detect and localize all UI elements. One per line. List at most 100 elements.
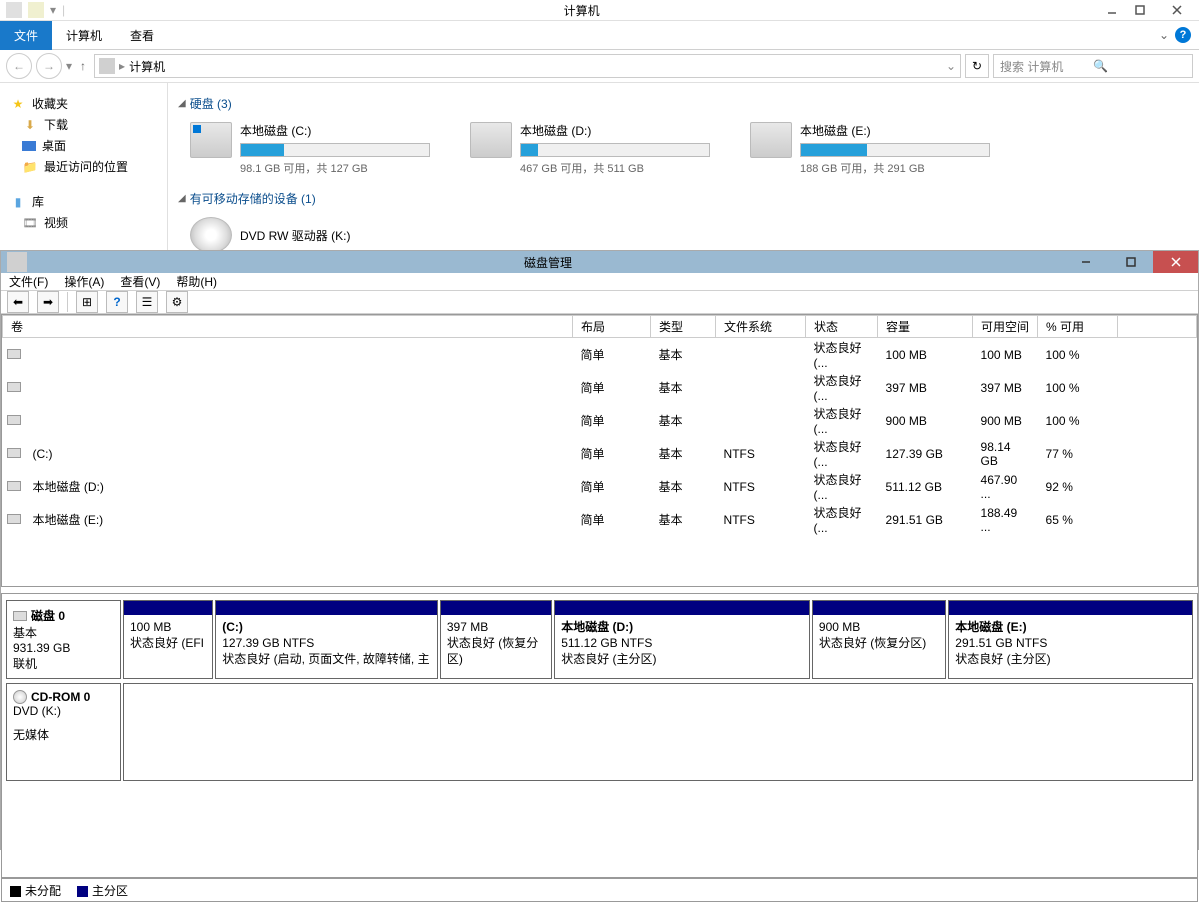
chevron-down-icon[interactable]: ⌄ (1159, 28, 1169, 42)
window-title: 磁盘管理 (33, 254, 1063, 271)
col-layout[interactable]: 布局 (573, 316, 651, 338)
volume-icon (7, 415, 21, 425)
diskmgmt-toolbar: ⬅ ➡ ⊞ ? ☰ ⚙ (1, 291, 1198, 314)
table-row[interactable]: 本地磁盘 (D:) 简单 基本 NTFS 状态良好 (... 511.12 GB… (3, 470, 1197, 503)
search-input[interactable]: 搜索 计算机 🔍 (993, 54, 1193, 78)
search-placeholder: 搜索 计算机 (1000, 58, 1093, 75)
properties-icon[interactable] (28, 2, 44, 18)
col-pct[interactable]: % 可用 (1038, 316, 1118, 338)
volume-icon (7, 382, 21, 392)
drive-usage-bar (240, 143, 430, 157)
partition[interactable]: 900 MB状态良好 (恢复分区) (812, 600, 946, 679)
ribbon-tab-file[interactable]: 文件 (0, 21, 52, 50)
sidebar-favorites[interactable]: ★ 收藏夹 (6, 93, 161, 114)
col-free[interactable]: 可用空间 (973, 316, 1038, 338)
col-volume[interactable]: 卷 (3, 316, 573, 338)
back-button[interactable]: ← (6, 53, 32, 79)
sidebar-item-desktop[interactable]: 桌面 (6, 135, 161, 156)
help-button[interactable]: ? (106, 291, 128, 313)
cdrom-0-label[interactable]: CD-ROM 0 DVD (K:) 无媒体 (6, 683, 121, 781)
partition[interactable]: 本地磁盘 (D:)511.12 GB NTFS状态良好 (主分区) (554, 600, 810, 679)
legend-primary-icon (77, 886, 88, 897)
maximize-button[interactable] (1126, 0, 1154, 20)
minimize-button[interactable] (1063, 251, 1108, 273)
legend-unalloc-icon (10, 886, 21, 897)
ribbon-tab-computer[interactable]: 计算机 (52, 21, 116, 50)
refresh-button[interactable]: ↻ (965, 54, 989, 78)
table-row[interactable]: 简单 基本 状态良好 (... 100 MB 100 MB 100 % (3, 338, 1197, 372)
collapse-icon: ◢ (178, 98, 186, 109)
computer-icon (6, 2, 22, 18)
close-button[interactable] (1153, 251, 1198, 273)
drive-usage-bar (800, 143, 990, 157)
volume-icon (7, 349, 21, 359)
section-hdd[interactable]: ◢ 硬盘 (3) (178, 95, 1189, 112)
help-icon[interactable]: ? (1175, 27, 1191, 43)
address-bar[interactable]: ▸ 计算机 ⌄ (94, 54, 961, 78)
sidebar-item-downloads[interactable]: ⬇ 下载 (6, 114, 161, 135)
recent-dropdown[interactable]: ▾ (66, 59, 72, 73)
list-view-button[interactable]: ☰ (136, 291, 158, 313)
table-header-row: 卷 布局 类型 文件系统 状态 容量 可用空间 % 可用 (3, 316, 1197, 338)
menu-view[interactable]: 查看(V) (120, 273, 160, 290)
sidebar-libraries[interactable]: ▮ 库 (6, 191, 161, 212)
volume-icon (7, 448, 21, 458)
partition-bar (555, 601, 809, 615)
disk-icon (13, 611, 27, 621)
ribbon-tab-view[interactable]: 查看 (116, 21, 168, 50)
partition[interactable]: 本地磁盘 (E:)291.51 GB NTFS状态良好 (主分区) (948, 600, 1193, 679)
drive-d[interactable]: 本地磁盘 (D:) 467 GB 可用，共 511 GB (470, 122, 720, 176)
menu-action[interactable]: 操作(A) (64, 273, 104, 290)
explorer-titlebar: ▾ | 计算机 (0, 0, 1199, 21)
minimize-button[interactable] (1098, 0, 1126, 20)
partition-bar (216, 601, 437, 615)
section-removable[interactable]: ◢ 有可移动存储的设备 (1) (178, 190, 1189, 207)
drive-e[interactable]: 本地磁盘 (E:) 188 GB 可用，共 291 GB (750, 122, 1000, 176)
window-title: 计算机 (65, 2, 1098, 19)
ribbon: 文件 计算机 查看 ⌄ ? (0, 21, 1199, 50)
chevron-down-icon[interactable]: ⌄ (946, 59, 956, 73)
cdrom-0-row: CD-ROM 0 DVD (K:) 无媒体 (6, 683, 1193, 781)
library-icon: ▮ (10, 194, 26, 210)
table-row[interactable]: 本地磁盘 (E:) 简单 基本 NTFS 状态良好 (... 291.51 GB… (3, 503, 1197, 536)
disk-0-label[interactable]: 磁盘 0 基本 931.39 GB 联机 (6, 600, 121, 679)
col-status[interactable]: 状态 (806, 316, 878, 338)
navbar: ← → ▾ ↑ ▸ 计算机 ⌄ ↻ 搜索 计算机 🔍 (0, 50, 1199, 83)
settings-button[interactable]: ⚙ (166, 291, 188, 313)
col-fs[interactable]: 文件系统 (716, 316, 806, 338)
content-pane: ◢ 硬盘 (3) 本地磁盘 (C:) 98.1 GB 可用，共 127 GB 本… (168, 83, 1199, 273)
forward-button[interactable]: → (36, 53, 62, 79)
partition[interactable]: 397 MB状态良好 (恢复分区) (440, 600, 552, 679)
collapse-icon: ◢ (178, 193, 186, 204)
up-button[interactable]: ↑ (76, 59, 90, 73)
hdd-icon (190, 122, 232, 158)
video-icon: 🎞 (22, 215, 38, 231)
menu-help[interactable]: 帮助(H) (176, 273, 217, 290)
download-icon: ⬇ (22, 117, 38, 133)
partition[interactable]: (C:)127.39 GB NTFS状态良好 (启动, 页面文件, 故障转储, … (215, 600, 438, 679)
search-icon: 🔍 (1093, 59, 1186, 73)
refresh-button[interactable]: ⊞ (76, 291, 98, 313)
table-row[interactable]: 简单 基本 状态良好 (... 397 MB 397 MB 100 % (3, 371, 1197, 404)
close-button[interactable] (1154, 0, 1199, 20)
menu-file[interactable]: 文件(F) (9, 273, 48, 290)
disk-0-row: 磁盘 0 基本 931.39 GB 联机 100 MB状态良好 (EFI (C:… (6, 600, 1193, 679)
partition[interactable]: 100 MB状态良好 (EFI (123, 600, 213, 679)
forward-button[interactable]: ➡ (37, 291, 59, 313)
drive-c[interactable]: 本地磁盘 (C:) 98.1 GB 可用，共 127 GB (190, 122, 440, 176)
back-button[interactable]: ⬅ (7, 291, 29, 313)
partition-bar (124, 601, 212, 615)
maximize-button[interactable] (1108, 251, 1153, 273)
diskmgmt-window: 磁盘管理 文件(F) 操作(A) 查看(V) 帮助(H) ⬅ ➡ ⊞ ? ☰ ⚙… (0, 250, 1199, 850)
diskmgmt-titlebar: 磁盘管理 (1, 251, 1198, 273)
chevron-down-icon[interactable]: ▾ (50, 3, 56, 17)
col-type[interactable]: 类型 (651, 316, 716, 338)
col-capacity[interactable]: 容量 (878, 316, 973, 338)
drive-dvd[interactable]: DVD RW 驱动器 (K:) (190, 217, 440, 253)
drive-usage-bar (520, 143, 710, 157)
table-row[interactable]: 简单 基本 状态良好 (... 900 MB 900 MB 100 % (3, 404, 1197, 437)
sidebar-item-videos[interactable]: 🎞 视频 (6, 212, 161, 233)
table-row[interactable]: (C:) 简单 基本 NTFS 状态良好 (... 127.39 GB 98.1… (3, 437, 1197, 470)
volume-table: 卷 布局 类型 文件系统 状态 容量 可用空间 % 可用 简单 基本 状态良好 … (1, 314, 1198, 587)
sidebar-item-recent[interactable]: 📁 最近访问的位置 (6, 156, 161, 177)
